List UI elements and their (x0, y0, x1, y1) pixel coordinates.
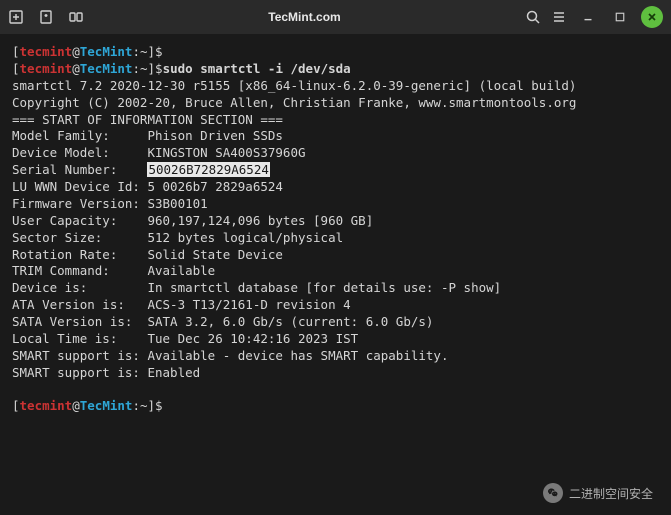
search-icon[interactable] (525, 9, 541, 25)
output-model-family: Model Family: Phison Driven SSDs (12, 128, 659, 145)
output-firmware: Firmware Version: S3B00101 (12, 196, 659, 213)
watermark-text: 二进制空间安全 (569, 485, 653, 502)
titlebar-controls (525, 6, 663, 28)
new-window-icon[interactable] (38, 9, 54, 25)
serial-number-highlight: 50026B72829A6524 (147, 162, 269, 177)
output-local-time: Local Time is: Tue Dec 26 10:42:16 2023 … (12, 331, 659, 348)
prompt-line-1: [tecmint@TecMint:~]$ (12, 44, 659, 61)
minimize-button[interactable] (577, 6, 599, 28)
output-version: smartctl 7.2 2020-12-30 r5155 [x86_64-li… (12, 78, 659, 95)
window-titlebar: TecMint.com (0, 0, 671, 34)
output-rotation-rate: Rotation Rate: Solid State Device (12, 247, 659, 264)
output-section: === START OF INFORMATION SECTION === (12, 112, 659, 129)
output-sector-size: Sector Size: 512 bytes logical/physical (12, 230, 659, 247)
output-serial: Serial Number: 50026B72829A6524 (12, 162, 659, 179)
wechat-icon (543, 483, 563, 503)
output-smart-1: SMART support is: Available - device has… (12, 348, 659, 365)
close-button[interactable] (641, 6, 663, 28)
output-ata-version: ATA Version is: ACS-3 T13/2161-D revisio… (12, 297, 659, 314)
output-sata-version: SATA Version is: SATA 3.2, 6.0 Gb/s (cur… (12, 314, 659, 331)
watermark: 二进制空间安全 (543, 483, 653, 503)
prompt-line-2: [tecmint@TecMint:~]$sudo smartctl -i /de… (12, 61, 659, 78)
maximize-button[interactable] (609, 6, 631, 28)
output-copyright: Copyright (C) 2002-20, Bruce Allen, Chri… (12, 95, 659, 112)
command-text: sudo smartctl -i /dev/sda (163, 61, 351, 76)
prompt-host: TecMint (80, 44, 133, 59)
output-user-capacity: User Capacity: 960,197,124,096 bytes [96… (12, 213, 659, 230)
prompt-user: tecmint (20, 44, 73, 59)
output-device-model: Device Model: KINGSTON SA400S37960G (12, 145, 659, 162)
menu-icon[interactable] (551, 9, 567, 25)
terminal-body[interactable]: [tecmint@TecMint:~]$ [tecmint@TecMint:~]… (0, 34, 671, 425)
prompt-line-3: [tecmint@TecMint:~]$ (12, 398, 659, 415)
output-smart-2: SMART support is: Enabled (12, 365, 659, 382)
output-lu-wwn: LU WWN Device Id: 5 0026b7 2829a6524 (12, 179, 659, 196)
window-title: TecMint.com (84, 10, 525, 24)
output-device-is: Device is: In smartctl database [for det… (12, 280, 659, 297)
output-trim: TRIM Command: Available (12, 263, 659, 280)
new-tab-icon[interactable] (8, 9, 24, 25)
split-icon[interactable] (68, 9, 84, 25)
titlebar-tabs (8, 9, 84, 25)
